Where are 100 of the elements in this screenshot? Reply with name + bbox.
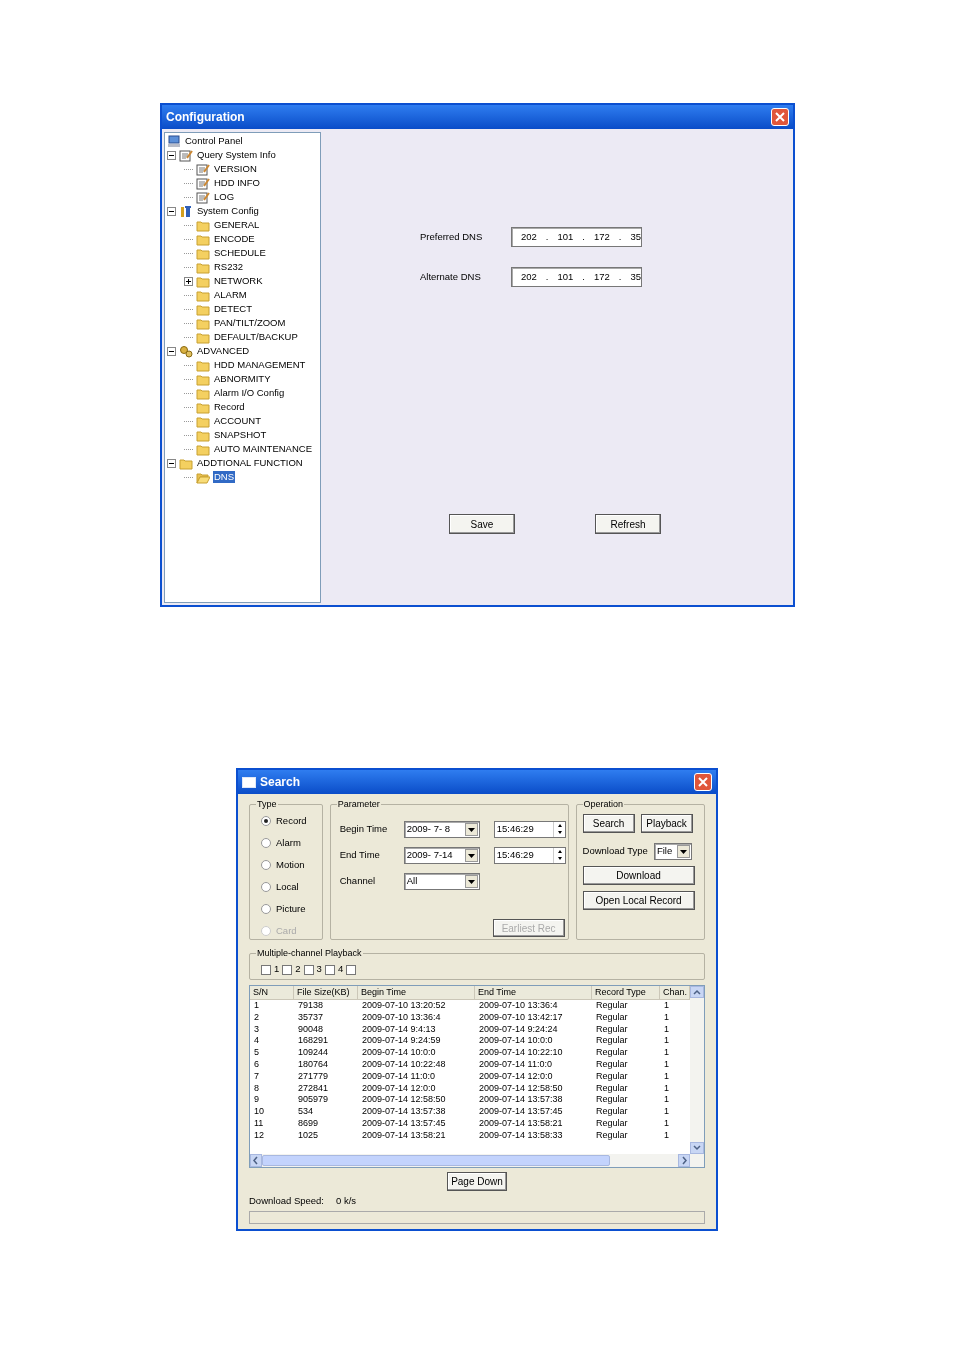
tree-item[interactable]: Control Panel (184, 135, 244, 147)
spin-control[interactable] (552, 848, 565, 863)
tree-item[interactable]: SCHEDULE (213, 247, 267, 259)
tree-item[interactable]: ADVANCED (196, 345, 251, 357)
tree-item[interactable]: SNAPSHOT (213, 429, 268, 441)
column-header[interactable]: End Time (475, 986, 592, 999)
tree-item[interactable]: System Config (196, 205, 260, 217)
folder-icon (196, 288, 210, 302)
tree-item[interactable]: PAN/TILT/ZOOM (213, 317, 287, 329)
playback-button[interactable]: Playback (640, 814, 693, 833)
radio-option: Card (261, 924, 322, 938)
tree-item[interactable]: AUTO MAINTENANCE (213, 443, 313, 455)
open-local-record-button[interactable]: Open Local Record (582, 891, 695, 910)
folder-icon (196, 386, 210, 400)
collapse-icon[interactable] (167, 346, 176, 356)
radio-option[interactable]: Picture (261, 902, 322, 916)
tree-item[interactable]: Alarm I/O Config (213, 387, 286, 399)
time-field[interactable]: 15:46:29 (493, 821, 566, 838)
date-picker[interactable]: 2009- 7- 8 (403, 821, 480, 838)
scroll-left-icon (250, 1154, 262, 1167)
tree-item[interactable]: ENCODE (213, 233, 256, 245)
tree-item[interactable]: HDD INFO (213, 177, 261, 189)
table-cell-text: 9 (253, 1094, 260, 1107)
channel-checkbox[interactable]: 2 (282, 962, 301, 977)
channel-checkbox[interactable]: 3 (303, 962, 322, 977)
field-label: Preferred DNS (420, 229, 484, 244)
table-cell-text: 2009-07-14 11:0:0 (478, 1059, 553, 1071)
computer-icon (167, 134, 181, 148)
close-button[interactable] (771, 108, 789, 126)
tree-item[interactable]: NETWORK (213, 275, 264, 287)
folder-icon (196, 274, 210, 288)
tree-item[interactable]: GENERAL (213, 219, 261, 231)
scroll-right-icon (678, 1154, 690, 1167)
channel-dropdown[interactable]: All (403, 873, 480, 890)
tree-item[interactable]: VERSION (213, 163, 258, 175)
folder-icon (196, 442, 210, 456)
date-picker[interactable]: 2009- 7-14 (403, 847, 480, 864)
ip-address-field[interactable]: 202 . 101 . 172 . 35 (511, 267, 642, 287)
tree-item[interactable]: ADDTIONAL FUNCTION (196, 457, 304, 469)
table-cell-text: 2009-07-14 12:58:50 (361, 1094, 447, 1107)
table-cell-text: 2009-07-10 13:42:17 (478, 1011, 564, 1024)
spin-control[interactable] (552, 822, 565, 837)
column-header[interactable]: Record Type (592, 986, 660, 999)
table-cell-text: Regular (595, 1094, 629, 1107)
download-button[interactable]: Download (582, 866, 695, 885)
vertical-scrollbar[interactable] (690, 986, 704, 1154)
close-icon (775, 112, 785, 122)
caret-icon (467, 879, 475, 884)
folder-icon (196, 232, 210, 246)
radio-option[interactable]: Motion (261, 858, 322, 872)
scroll-thumb[interactable] (262, 1155, 610, 1166)
radio-option[interactable]: Local (261, 880, 322, 894)
refresh-button[interactable]: Refresh (595, 514, 661, 534)
table-cell-text: Regular (595, 1023, 629, 1036)
save-button[interactable]: Save (449, 514, 515, 534)
table-cell-text: 8 (253, 1082, 260, 1095)
table-cell-text: 11 (253, 1117, 265, 1130)
table-cell-text: 2009-07-14 10:0:0 (478, 1035, 554, 1048)
expand-icon[interactable] (184, 276, 193, 286)
ip-address-field[interactable]: 202 . 101 . 172 . 35 (511, 227, 642, 247)
tree-item[interactable]: ACCOUNT (213, 415, 262, 427)
tree-item[interactable]: Record (213, 401, 246, 413)
tree-item[interactable]: ALARM (213, 289, 248, 301)
collapse-icon[interactable] (167, 150, 176, 160)
table-cell-text: 2009-07-14 10:22:10 (478, 1047, 564, 1059)
horizontal-scrollbar[interactable] (250, 1154, 704, 1167)
tree-item[interactable]: RS232 (213, 261, 245, 273)
tree-item[interactable]: DEFAULT/BACKUP (213, 331, 299, 343)
radio-option[interactable]: Record (261, 814, 322, 828)
channel-checkbox[interactable]: 4 (324, 962, 344, 977)
tree-item[interactable]: HDD MANAGEMENT (213, 359, 307, 371)
radio-option[interactable]: Alarm (261, 836, 322, 850)
folder-icon (196, 218, 210, 232)
tree-item[interactable]: LOG (213, 191, 236, 203)
table-cell-text: 5 (253, 1047, 260, 1059)
table-cell-text: 2009-07-10 13:36:4 (478, 1000, 559, 1012)
folder-icon (196, 260, 210, 274)
table-cell-text: 1 (663, 1094, 670, 1107)
tree-item[interactable]: DNS (213, 471, 236, 483)
channel-checkbox[interactable]: 1 (261, 962, 280, 977)
notepad-icon (196, 162, 210, 176)
column-header[interactable]: S/N (250, 986, 294, 999)
collapse-icon[interactable] (167, 458, 176, 468)
page-down-button[interactable]: Page Down (447, 1172, 507, 1191)
download-type-dropdown[interactable]: File (653, 843, 692, 860)
table-cell-text: 1 (663, 1106, 670, 1118)
table-cell-text: Regular (595, 1059, 629, 1071)
table-cell-text: 2009-07-10 13:36:4 (361, 1011, 442, 1024)
tree-item[interactable]: DETECT (213, 303, 253, 315)
search-button[interactable]: Search (582, 814, 635, 833)
collapse-icon[interactable] (167, 206, 176, 216)
column-header[interactable]: Begin Time (358, 986, 475, 999)
close-button[interactable] (694, 773, 712, 791)
table-cell-text: 1 (663, 1070, 670, 1083)
close-icon (698, 777, 708, 787)
tree-item[interactable]: Query System Info (196, 149, 277, 161)
table-cell-text: 2009-07-14 9:24:59 (361, 1035, 442, 1048)
time-field[interactable]: 15:46:29 (493, 847, 566, 864)
tree-item[interactable]: ABNORMITY (213, 373, 272, 385)
column-header[interactable]: File Size(KB) (294, 986, 358, 999)
